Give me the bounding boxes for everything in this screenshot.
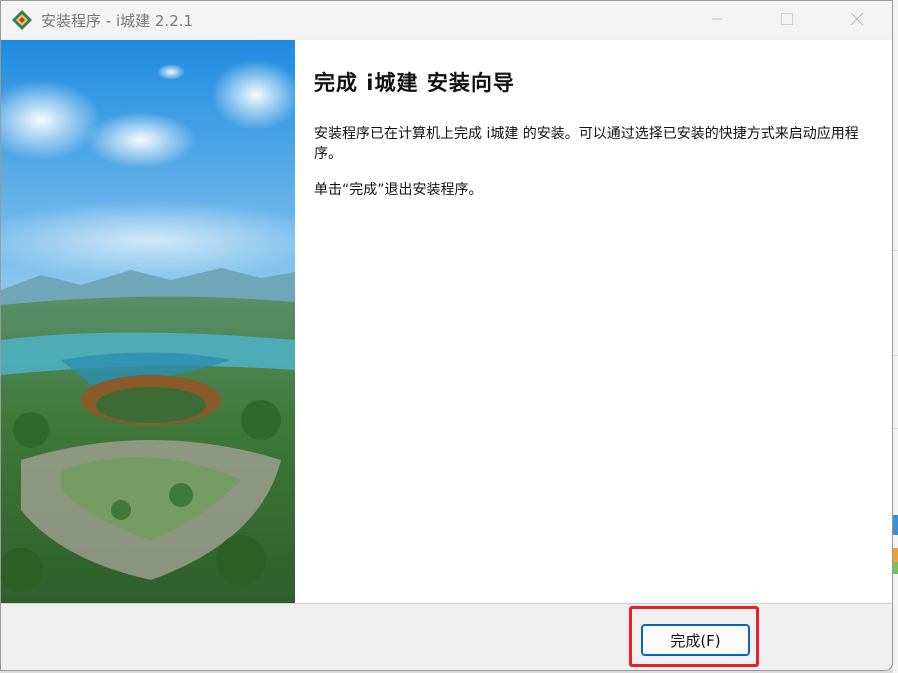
close-button[interactable]	[822, 1, 892, 37]
maximize-icon	[781, 13, 793, 25]
minimize-icon	[712, 18, 722, 20]
title-bar[interactable]: 安装程序 - i城建 2.2.1	[1, 1, 892, 39]
installer-window: 安装程序 - i城建 2.2.1 完成 i城建 安装向导 安装程序已在计算机上完…	[0, 0, 893, 671]
close-icon	[850, 12, 864, 26]
window-title: 安装程序 - i城建 2.2.1	[41, 11, 194, 30]
maximize-button[interactable]	[752, 1, 822, 37]
wizard-footer: 完成(F)	[1, 604, 892, 670]
finish-button[interactable]: 完成(F)	[641, 624, 750, 656]
completion-message: 安装程序已在计算机上完成 i城建 的安装。可以通过选择已安装的快捷方式来启动应用…	[314, 126, 859, 162]
wizard-heading: 完成 i城建 安装向导	[314, 71, 515, 95]
background-window-edge	[893, 0, 898, 673]
wizard-content: 完成 i城建 安装向导 安装程序已在计算机上完成 i城建 的安装。可以通过选择已…	[1, 40, 892, 604]
minimize-button[interactable]	[682, 1, 752, 37]
app-logo-icon	[12, 10, 32, 30]
landscape-illustration	[1, 40, 295, 603]
window-controls	[682, 1, 892, 39]
exit-instruction: 单击“完成”退出安装程序。	[314, 182, 483, 198]
